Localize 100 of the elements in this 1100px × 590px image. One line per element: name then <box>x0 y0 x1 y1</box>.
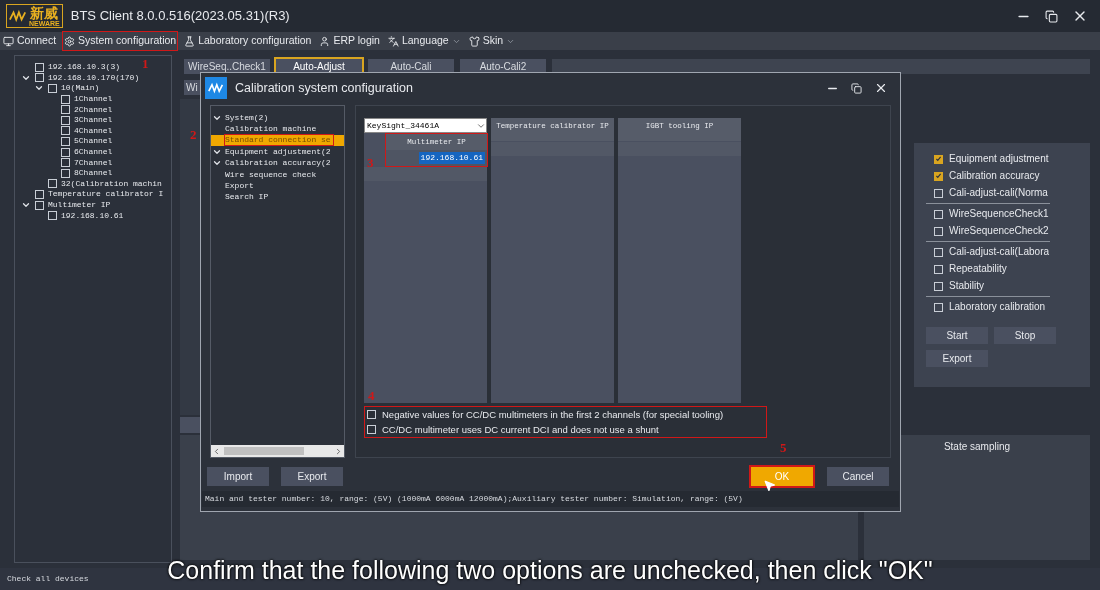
tree-item[interactable]: 1Channel <box>74 95 113 104</box>
user-icon <box>319 35 331 47</box>
checkbox[interactable] <box>35 62 44 72</box>
annotation-number: 4 <box>368 389 375 402</box>
action-button[interactable]: Export <box>926 350 988 367</box>
device-select[interactable]: KeySight_34461A <box>364 118 487 133</box>
checkbox[interactable] <box>61 105 70 115</box>
checked-checkbox[interactable] <box>934 171 943 181</box>
checkbox[interactable] <box>35 73 44 83</box>
tree-item[interactable]: 8Channel <box>74 169 113 178</box>
tree-item[interactable]: 192.168.10.61 <box>61 211 124 220</box>
option-label: WireSequenceCheck1 <box>949 208 1049 220</box>
checkbox[interactable] <box>48 179 57 189</box>
checkbox[interactable] <box>934 302 943 312</box>
panel-title: State sampling <box>943 440 1011 451</box>
close-icon[interactable] <box>874 81 888 95</box>
menu-item[interactable]: Connect <box>2 32 58 50</box>
cancel-button[interactable]: Cancel <box>827 466 889 486</box>
checkbox[interactable] <box>35 200 44 210</box>
check-icon <box>935 172 942 180</box>
annotation-number: 2 <box>190 128 197 141</box>
tree-item[interactable]: Calibration machine <box>225 124 317 135</box>
tree-item[interactable]: 2Channel <box>74 105 113 114</box>
checkbox[interactable] <box>61 126 70 136</box>
checkbox[interactable] <box>61 168 70 178</box>
logo-text: 新威 <box>30 5 59 20</box>
status-text: Main and tester number: 10, range: (5V) (1000mA 6000mA 12000mA);Auxiliary tester number: Simulation, range: (5V) <box>205 493 743 505</box>
tree-item[interactable]: Multimeter IP <box>48 201 111 209</box>
flask-icon <box>184 35 196 47</box>
option-label: Calibration accuracy <box>949 170 1040 182</box>
checkbox[interactable] <box>61 158 70 168</box>
ip-cell[interactable]: 192.168.10.61 <box>418 152 485 164</box>
check-icon <box>935 155 942 163</box>
horizontal-scrollbar[interactable] <box>211 445 344 457</box>
checkbox[interactable] <box>48 84 57 93</box>
checkbox[interactable] <box>934 188 943 198</box>
annotation-number: 1 <box>142 57 149 70</box>
subtitle-caption: Confirm that the following two options are unchecked, then click "OK" <box>167 555 933 585</box>
checkbox[interactable] <box>934 247 943 257</box>
tree-item[interactable]: Temperature calibrator I <box>48 190 164 199</box>
tree-item[interactable]: Equipment adjustment(2 <box>225 146 331 157</box>
option-label: Cali-adjust-cali(Norma <box>949 187 1048 199</box>
action-button[interactable]: Start <box>926 327 988 344</box>
checkbox[interactable] <box>934 226 943 236</box>
option-label: Stability <box>949 280 984 292</box>
restore-icon[interactable] <box>1045 9 1058 23</box>
dialog-button[interactable]: Export <box>281 466 343 486</box>
status-text: Check all devices <box>7 573 89 585</box>
tree-item[interactable]: 7Channel <box>74 158 113 167</box>
language-icon <box>387 35 399 47</box>
tree-item[interactable]: 192.168.10.3(3) <box>48 63 120 72</box>
annotation-number: 5 <box>780 441 787 454</box>
scroll-right-icon[interactable] <box>334 446 343 456</box>
tree-item[interactable]: Search IP <box>225 192 269 203</box>
tree-item[interactable]: 5Channel <box>74 137 113 146</box>
tree-item[interactable]: 4Channel <box>74 126 113 135</box>
option-label: Laboratory calibration <box>949 301 1046 313</box>
mouse-cursor-icon <box>763 479 776 492</box>
tree-item[interactable]: Calibration accuracy(2 <box>225 158 331 169</box>
annotation-number: 3 <box>367 156 374 169</box>
tree-item[interactable]: 32(Calibration machin <box>61 179 162 188</box>
scroll-left-icon[interactable] <box>212 446 221 456</box>
action-button[interactable]: Stop <box>994 327 1056 344</box>
wave-icon <box>9 9 27 23</box>
checkbox[interactable] <box>934 264 943 274</box>
gear-icon <box>64 35 76 47</box>
restore-icon[interactable] <box>851 82 862 94</box>
option-label: Repeatability <box>949 263 1007 275</box>
checkbox[interactable] <box>367 425 376 434</box>
tree-item[interactable]: Wire sequence check <box>225 169 317 180</box>
chevron-down-icon[interactable] <box>21 200 31 210</box>
checkbox[interactable] <box>61 147 70 157</box>
menu-item[interactable]: Skin <box>467 32 517 50</box>
tree-item[interactable]: 3Channel <box>74 116 113 125</box>
option-label: CC/DC multimeter uses DC current DCI and does not use a shunt <box>382 424 659 435</box>
shirt-icon <box>468 35 480 47</box>
menu-item[interactable]: ERP login <box>318 32 381 50</box>
option-label: Equipment adjustment <box>949 153 1049 165</box>
menu-item[interactable]: System configuration <box>63 32 178 50</box>
dialog-button[interactable]: Import <box>207 466 269 486</box>
tree-item[interactable]: 192.168.10.170(170) <box>48 73 140 82</box>
checkbox[interactable] <box>35 189 44 199</box>
tree-item[interactable]: Export <box>225 181 254 192</box>
checkbox[interactable] <box>934 281 943 291</box>
option-label: Cali-adjust-cali(Labora <box>949 246 1050 258</box>
checked-checkbox[interactable] <box>934 154 943 164</box>
checkbox[interactable] <box>61 94 70 104</box>
dialog-title: Calibration system configuration <box>235 79 413 97</box>
checkbox[interactable] <box>61 136 70 146</box>
option-label: WireSequenceCheck2 <box>949 225 1049 237</box>
tree-item[interactable]: 6Channel <box>74 148 113 157</box>
menu-item[interactable]: Laboratory configuration <box>183 32 313 50</box>
monitor-icon <box>3 35 14 47</box>
checkbox[interactable] <box>934 209 943 219</box>
checkbox[interactable] <box>367 410 376 419</box>
menu-item[interactable]: Language <box>386 32 462 50</box>
checkbox[interactable] <box>48 211 57 221</box>
checkbox[interactable] <box>61 115 70 125</box>
tree-item[interactable]: System(2) <box>225 112 269 123</box>
tree-item[interactable]: 10(Main) <box>61 84 100 93</box>
